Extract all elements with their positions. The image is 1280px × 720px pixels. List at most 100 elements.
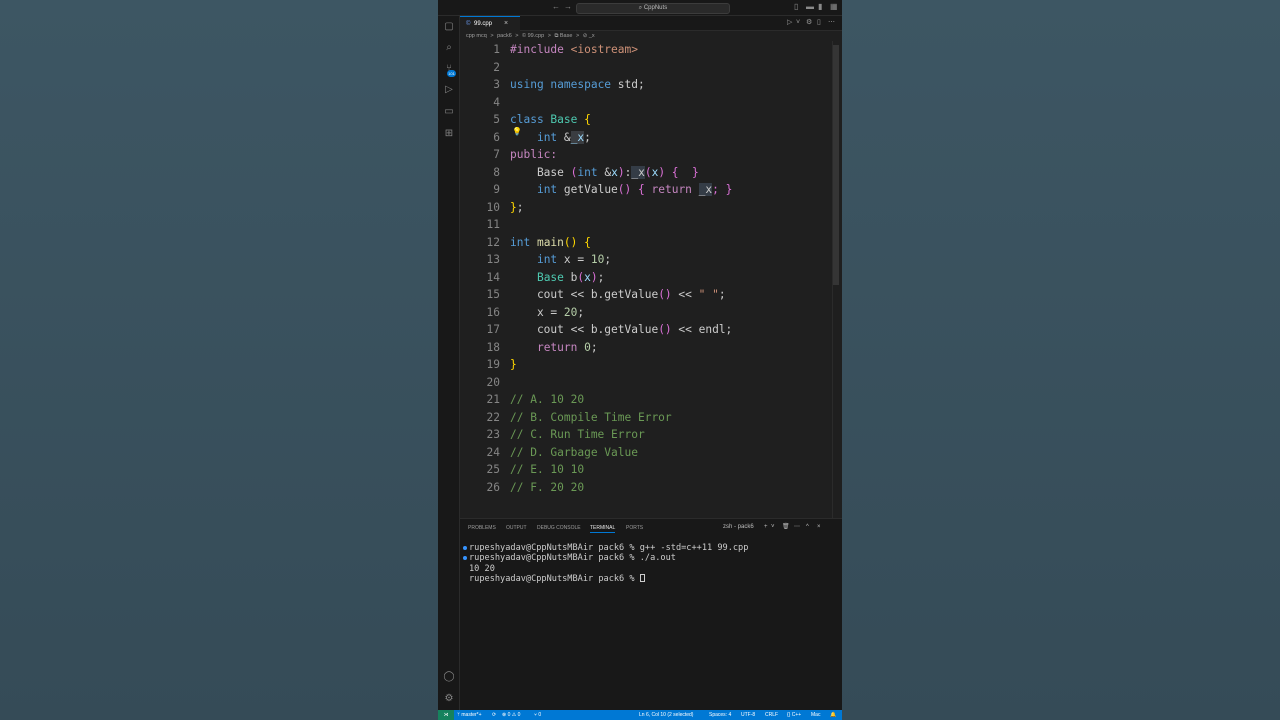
code-line: 7 public: — [460, 146, 832, 164]
code-line: 1 #include <iostream> — [460, 41, 832, 59]
breadcrumb-file[interactable]: © 99.cpp — [522, 33, 544, 39]
code-token: Base — [543, 113, 578, 126]
code-line: 21 // A. 10 20 — [460, 391, 832, 409]
code-token: class — [510, 113, 544, 126]
line-number: 10 — [486, 200, 500, 214]
trash-icon[interactable]: 🗑 — [782, 523, 790, 531]
chevron-down-icon[interactable]: ˅ — [796, 19, 800, 27]
encoding[interactable]: UTF-8 — [741, 710, 755, 720]
run-icon[interactable]: ▷ — [787, 19, 792, 27]
breadcrumb-separator: > — [490, 33, 494, 39]
remote-explorer-icon[interactable]: ▭ — [441, 105, 457, 119]
search-icon[interactable]: ⌕ — [441, 41, 457, 55]
toggle-panel-icon[interactable]: ▬ — [806, 2, 814, 12]
more-actions-icon[interactable]: ⋯ — [828, 19, 835, 27]
tab-99-cpp[interactable]: © 99.cpp × — [460, 16, 520, 31]
code-token: " " — [698, 288, 719, 301]
breadcrumb-member[interactable]: ⊘ _x — [583, 33, 595, 39]
code-token: Base — [510, 165, 571, 179]
code-line: 24 // D. Garbage Value — [460, 444, 832, 462]
toggle-sidebar-icon[interactable]: ▯ — [794, 2, 798, 12]
code-token: public: — [510, 148, 558, 161]
code-token: ; — [584, 130, 591, 144]
terminal-instance-label[interactable]: zsh - pack6 — [723, 523, 754, 531]
command-center-search[interactable]: ⌕ CppNuts — [576, 3, 730, 14]
close-panel-icon[interactable]: × — [817, 523, 821, 531]
tab-output[interactable]: OUTPUT — [506, 524, 527, 532]
code-editor[interactable]: 1 #include <iostream> 2 3 using namespace … — [460, 41, 842, 518]
code-token: << endl; — [671, 323, 733, 336]
code-line: 2 — [460, 59, 832, 77]
run-debug-icon[interactable]: ▷ — [441, 83, 457, 97]
chevron-down-icon[interactable]: ˅ — [771, 523, 775, 531]
sync-icon[interactable]: ⟳ — [492, 710, 496, 720]
code-token: ; — [516, 200, 524, 214]
code-line: 5 class Base { — [460, 111, 832, 129]
manage-gear-icon[interactable]: ⚙ — [441, 692, 457, 706]
bell-icon[interactable]: 🔔 — [830, 710, 836, 720]
line-number: 16 — [486, 305, 500, 319]
line-number: 15 — [486, 288, 500, 301]
forward-arrow-icon[interactable]: → — [564, 2, 572, 12]
line-number: 1 — [493, 43, 500, 56]
code-token: cout << b.getValue — [510, 288, 659, 301]
settings-gear-icon[interactable]: ⚙ — [806, 19, 812, 27]
code-token: } — [510, 358, 517, 371]
back-arrow-icon[interactable]: ← — [552, 2, 560, 12]
platform[interactable]: Mac — [811, 710, 820, 720]
editor-scrollbar[interactable] — [833, 45, 839, 285]
extensions-icon[interactable]: ⊞ — [441, 127, 457, 141]
close-icon[interactable]: × — [504, 19, 508, 28]
split-editor-icon[interactable]: ▯ — [817, 19, 821, 27]
explorer-icon[interactable]: ▢ — [441, 20, 457, 34]
background-left — [0, 0, 438, 720]
maximize-panel-icon[interactable]: ^ — [806, 523, 809, 531]
customize-layout-icon[interactable]: ▦ — [830, 2, 838, 12]
end-of-line[interactable]: CRLF — [765, 710, 778, 720]
comment: // A. 10 20 — [510, 393, 585, 406]
code-line: 26 // F. 20 20 — [460, 479, 832, 497]
tab-terminal[interactable]: TERMINAL — [590, 524, 616, 533]
ports-indicator[interactable]: ⑂ 0 — [534, 710, 541, 720]
code-token: ; — [718, 288, 726, 301]
remote-indicator-icon[interactable]: ⋊ — [438, 710, 454, 720]
status-bar: ⋊ ᛘ master*+ ⟳ ⊗ 0 ⚠ 0 ⑂ 0 Ln 6, Col 10 … — [438, 710, 842, 720]
toggle-secondary-sidebar-icon[interactable]: ▮ — [818, 2, 822, 12]
breadcrumb-subfolder[interactable]: pack6 — [497, 33, 512, 39]
terminal-cursor — [639, 574, 645, 583]
tab-ports[interactable]: PORTS — [626, 524, 643, 532]
editor-tab-bar: © 99.cpp × ▷ ˅ ⚙ ▯ ⋯ — [460, 16, 842, 31]
code-line: 4 — [460, 94, 832, 112]
line-number: 14 — [486, 270, 500, 284]
code-line: 19} — [460, 356, 832, 374]
cursor-position[interactable]: Ln 6, Col 10 (2 selected) — [639, 710, 693, 720]
code-token: { — [577, 235, 591, 249]
problems-indicator[interactable]: ⊗ 0 ⚠ 0 — [502, 710, 520, 720]
code-line: 13 int x = 10; — [460, 251, 832, 269]
breadcrumb-class[interactable]: ⧉ Base — [554, 33, 572, 39]
tab-problems[interactable]: PROBLEMS — [468, 524, 496, 532]
code-token: b — [563, 270, 578, 284]
code-token: } — [510, 200, 517, 214]
bottom-panel: PROBLEMS OUTPUT DEBUG CONSOLE TERMINAL P… — [460, 518, 842, 710]
code-line: 23 // C. Run Time Error — [460, 426, 832, 444]
new-terminal-icon[interactable]: + — [764, 523, 768, 531]
code-line: 14 Base b(x); — [460, 269, 832, 287]
code-token: { } — [665, 165, 699, 179]
code-token: 20 — [563, 305, 578, 319]
line-number: 11 — [486, 218, 500, 231]
background-right — [842, 0, 1280, 720]
language-mode[interactable]: {} C++ — [787, 710, 801, 720]
tab-debug-console[interactable]: DEBUG CONSOLE — [537, 524, 581, 532]
line-number: 3 — [493, 78, 500, 91]
accounts-icon[interactable]: ◯ — [441, 670, 457, 684]
indentation[interactable]: Spaces: 4 — [709, 710, 731, 720]
lightbulb-icon[interactable]: 💡 — [512, 127, 522, 137]
code-token: ; } — [712, 183, 733, 196]
terminal-line: rupeshyadav@CppNutsMBAir pack6 % g++ -st… — [469, 543, 749, 553]
breadcrumb-folder[interactable]: cpp mcq — [466, 33, 487, 39]
git-branch[interactable]: ᛘ master*+ — [457, 710, 482, 720]
more-actions-icon[interactable]: ⋯ — [794, 523, 800, 531]
code-token: { — [577, 113, 591, 126]
